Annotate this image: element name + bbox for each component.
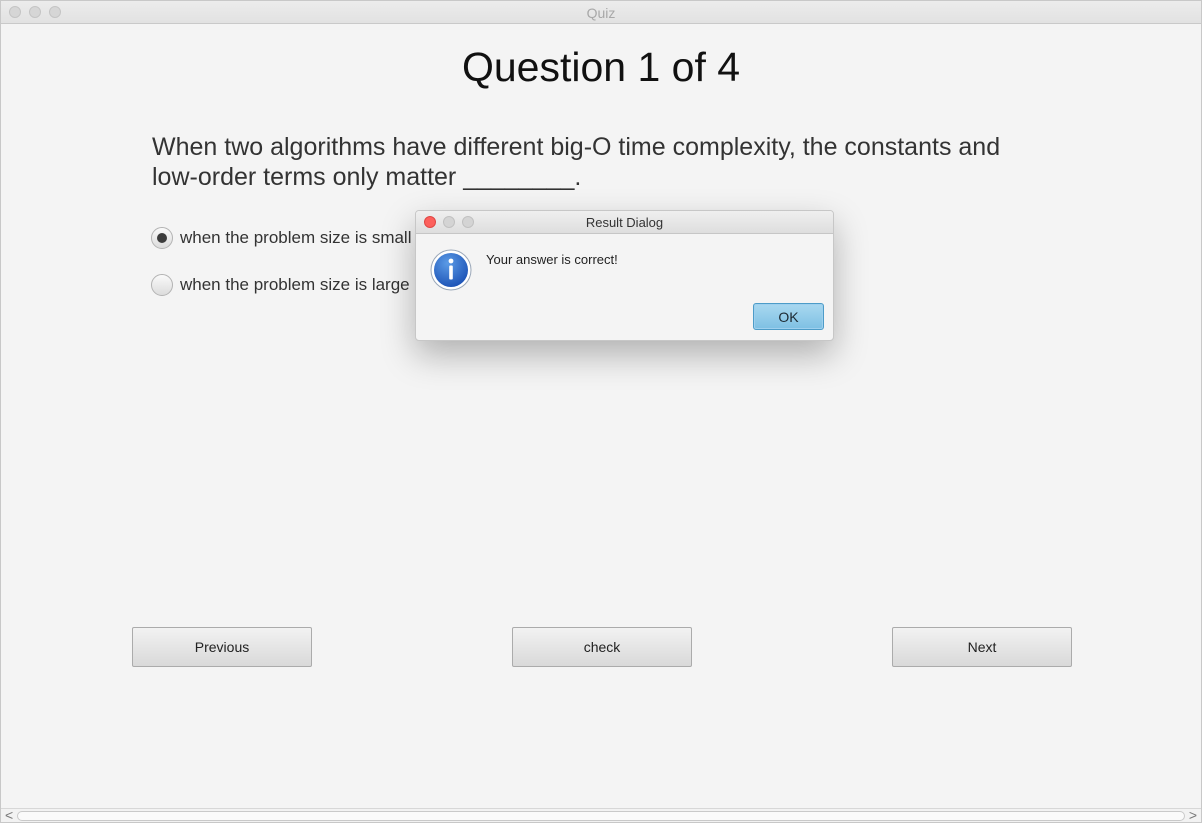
check-button[interactable]: check (512, 627, 692, 667)
scroll-left-arrow-icon[interactable]: < (5, 807, 13, 822)
dialog-titlebar: Result Dialog (416, 211, 833, 234)
window-title: Quiz (586, 5, 616, 21)
radio-button-unselected[interactable] (151, 274, 173, 296)
dialog-message: Your answer is correct! (486, 252, 618, 267)
dialog-title: Result Dialog (585, 215, 664, 230)
scrollbar-thumb[interactable] (17, 811, 1185, 821)
answer-option-small[interactable]: when the problem size is small (151, 227, 411, 249)
ok-button[interactable]: OK (753, 303, 824, 330)
previous-button[interactable]: Previous (132, 627, 312, 667)
question-header: Question 1 of 4 (461, 44, 741, 90)
quiz-window: Quiz Question 1 of 4 When two algorithms… (0, 0, 1202, 823)
window-titlebar: Quiz (1, 1, 1201, 24)
answer-option-label: when the problem size is large (180, 275, 410, 294)
info-icon (430, 249, 472, 291)
horizontal-scrollbar[interactable]: < > (1, 807, 1201, 822)
radio-button-selected[interactable] (151, 227, 173, 249)
result-dialog: Result Dialog Your answer is correct! OK (415, 210, 834, 341)
next-button[interactable]: Next (892, 627, 1072, 667)
quiz-content: Question 1 of 4 When two algorithms have… (1, 24, 1201, 822)
answer-option-label: when the problem size is small (180, 228, 412, 247)
scroll-right-arrow-icon[interactable]: > (1189, 807, 1197, 822)
question-text: When two algorithms have different big-O… (152, 133, 1001, 191)
answer-option-large[interactable]: when the problem size is large (151, 274, 410, 296)
